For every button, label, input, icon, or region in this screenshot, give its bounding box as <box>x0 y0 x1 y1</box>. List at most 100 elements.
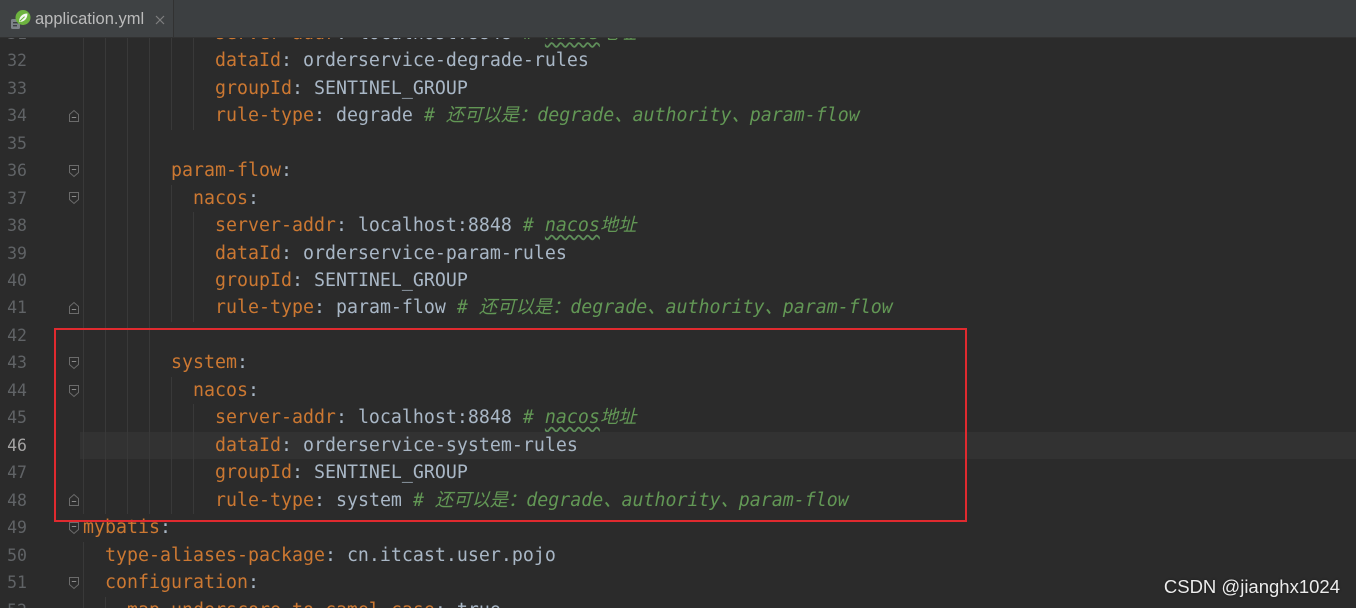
indent-guide <box>83 184 84 213</box>
line-number: 34 <box>7 106 27 126</box>
indent-guide <box>170 74 172 103</box>
code-line[interactable]: 40 groupId: SENTINEL_GROUP <box>0 267 1356 295</box>
indent-guide <box>170 431 172 460</box>
indent-guide <box>148 321 150 350</box>
code-line[interactable]: 44 nacos: <box>0 376 1356 405</box>
fold-end-icon[interactable] <box>68 493 80 507</box>
code-line[interactable]: 43 system: <box>0 349 1356 377</box>
indent-guide <box>170 239 172 268</box>
code-line[interactable]: 51 configuration: <box>0 569 1356 597</box>
watermark: CSDN @jianghx1024 <box>1163 576 1340 597</box>
fold-end-icon[interactable] <box>68 109 80 123</box>
yaml-colon: : <box>280 434 303 456</box>
indent-guide <box>126 47 128 75</box>
line-number: 46 <box>7 435 27 455</box>
indent-guide <box>148 294 150 322</box>
code-line[interactable]: 49 mybatis: <box>0 514 1356 541</box>
indent-guide <box>170 376 172 405</box>
code-line[interactable]: 35 <box>0 129 1356 158</box>
indent-guide <box>83 321 84 350</box>
fold-start-icon[interactable] <box>68 356 80 370</box>
indent-guide <box>170 404 172 432</box>
indent-guide <box>126 212 128 240</box>
yaml-colon: : <box>324 544 347 566</box>
indent-guide <box>126 267 128 295</box>
code-text: groupId: SENTINEL_GROUP <box>83 267 468 295</box>
yaml-key: rule-type <box>214 489 314 511</box>
line-number: 43 <box>7 353 27 373</box>
fold-end-icon[interactable] <box>68 301 80 315</box>
indent-guide <box>126 129 128 158</box>
yaml-key: rule-type <box>214 297 314 319</box>
code-line[interactable]: 36 param-flow: <box>0 157 1356 185</box>
indent-guide <box>192 404 194 432</box>
indent-guide <box>192 74 194 103</box>
yaml-key: mybatis <box>83 517 160 539</box>
indent-guide <box>104 267 106 295</box>
fold-start-icon[interactable] <box>68 384 80 398</box>
yaml-value: cn.itcast.user.pojo <box>346 544 556 566</box>
yaml-value: param-flow <box>335 297 457 319</box>
fold-start-icon[interactable] <box>68 164 80 178</box>
indent-guide <box>148 157 150 185</box>
code-line[interactable]: 47 groupId: SENTINEL_GROUP <box>0 459 1356 487</box>
code-line[interactable]: 33 groupId: SENTINEL_GROUP <box>0 74 1356 103</box>
yaml-value: orderservice-param-rules <box>302 242 567 264</box>
indent-guide <box>104 486 106 515</box>
code-text: nacos: <box>83 376 259 405</box>
yaml-comment: 地址 <box>599 407 637 429</box>
yaml-key: dataId <box>214 434 281 456</box>
yaml-colon: : <box>335 407 358 429</box>
code-line[interactable]: 32 dataId: orderservice-degrade-rules <box>0 47 1356 75</box>
indent-guide <box>126 157 128 185</box>
tab-application-yml[interactable]: application.yml <box>0 0 174 37</box>
code-line[interactable]: 41 rule-type: param-flow # 还可以是：degrade、… <box>0 294 1356 322</box>
code-line[interactable]: 38 server-addr: localhost:8848 # nacos地址 <box>0 212 1356 240</box>
line-number: 51 <box>7 573 27 593</box>
indent-guide <box>192 486 194 515</box>
code-line[interactable]: 45 server-addr: localhost:8848 # nacos地址 <box>0 404 1356 432</box>
code-text: mybatis: <box>83 514 171 541</box>
code-line[interactable]: 42 <box>0 321 1356 350</box>
indent-guide <box>192 102 194 130</box>
indent-guide <box>126 74 128 103</box>
yaml-key: groupId <box>214 270 292 292</box>
code-line[interactable]: 52 map-underscore-to-camel-case: true <box>0 596 1356 608</box>
code-text: param-flow: <box>83 157 292 185</box>
fold-start-icon[interactable] <box>68 576 80 590</box>
fold-start-icon[interactable] <box>68 521 80 535</box>
line-number: 38 <box>7 216 27 236</box>
code-editor[interactable]: 31 server-addr: localhost:8848 # nacos地址… <box>0 0 1356 608</box>
indent-guide <box>104 404 106 432</box>
indent-guide <box>170 294 172 322</box>
yaml-colon: : <box>313 489 336 511</box>
fold-start-icon[interactable] <box>68 191 80 205</box>
code-line[interactable]: 50 type-aliases-package: cn.itcast.user.… <box>0 541 1356 570</box>
yaml-colon: : <box>280 160 292 182</box>
line-number: 40 <box>7 271 27 291</box>
indent-guide <box>148 486 150 515</box>
code-line-current[interactable]: 46 dataId: orderservice-system-rules <box>0 431 1356 460</box>
yaml-colon: : <box>435 600 457 608</box>
indent-guide <box>83 486 84 515</box>
indent-guide <box>126 376 128 405</box>
yaml-value: system <box>335 489 413 511</box>
code-line[interactable]: 34 rule-type: degrade # 还可以是：degrade、aut… <box>0 102 1356 130</box>
yaml-comment: # 还可以是：degrade、authority、param-flow <box>423 105 860 127</box>
line-number: 49 <box>7 518 27 538</box>
line-number: 32 <box>7 51 27 71</box>
code-text: dataId: orderservice-degrade-rules <box>83 47 589 75</box>
yaml-colon: : <box>291 462 314 484</box>
close-icon[interactable] <box>155 15 165 25</box>
indent-guide <box>148 102 150 130</box>
indent-guide <box>104 431 106 460</box>
yaml-comment: 地址 <box>599 215 637 237</box>
code-line[interactable]: 39 dataId: orderservice-param-rules <box>0 239 1356 268</box>
indent-guide <box>192 294 194 322</box>
spring-boot-yaml-file-icon <box>10 9 31 30</box>
indent-guide <box>148 212 150 240</box>
code-line[interactable]: 37 nacos: <box>0 184 1356 213</box>
code-line[interactable]: 48 rule-type: system # 还可以是：degrade、auth… <box>0 486 1356 515</box>
indent-guide <box>126 431 128 460</box>
